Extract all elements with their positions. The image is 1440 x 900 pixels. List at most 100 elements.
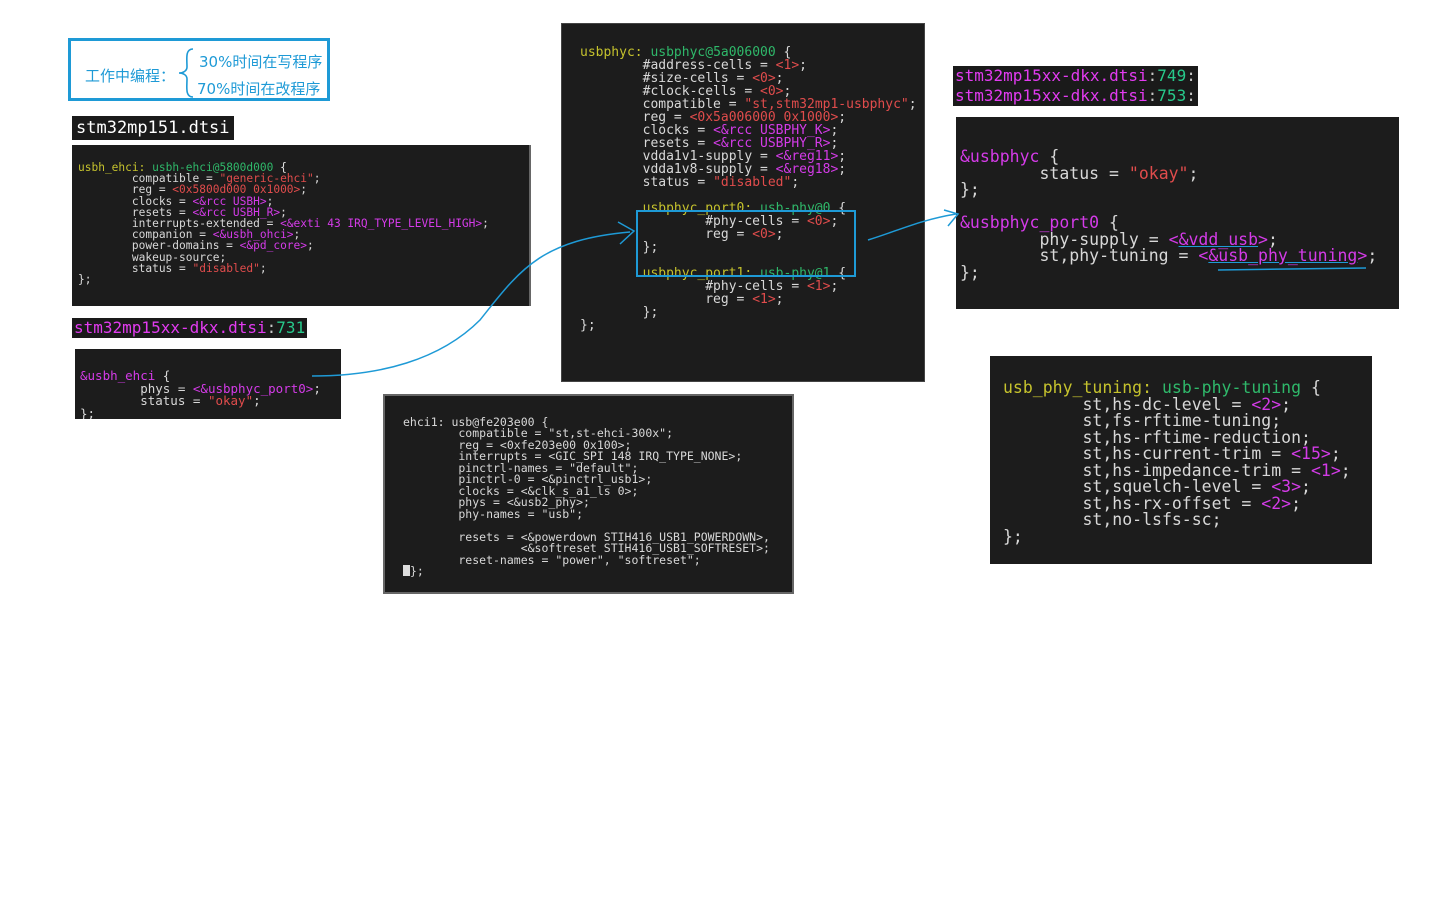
code-line: phy-supply = <&vdd_usb>; [960,230,1395,249]
code-token: status = [580,174,714,190]
code-token: ; [799,57,807,73]
code-token: <1> [806,278,831,294]
file-label-dkx-731: stm32mp15xx-dkx.dtsi:731 [72,318,308,338]
code-token: ; [775,291,784,307]
highlight-usbphyc-port0 [636,210,856,277]
code-token: <&exti 43 IRQ_TYPE_LEVEL_HIGH> [280,216,483,230]
code-token: ; [1340,460,1351,480]
code-token: ; [1281,394,1292,414]
separator: : [1186,66,1196,85]
code-line: resets = <&rcc USBPHY_R>; [580,136,906,151]
code-line: st,phy-tuning = <&usb_phy_tuning>; [960,246,1395,265]
code-token: ; [300,183,308,197]
code-line: st,hs-rftime-reduction; [1003,427,1311,447]
code-line: &usbphyc { [960,147,1395,166]
code-token: <1> [1310,460,1341,480]
code-line: usb_phy_tuning: usb-phy-tuning { [1003,378,1359,397]
code-token: ; [1301,477,1311,496]
code-line: usbphyc: usbphyc@5a006000 { [580,45,906,60]
code-line: reg = <1>; [580,291,906,307]
code-line: #address-cells = <1>; [580,57,906,73]
separator: : [1147,86,1158,105]
code-line: phys = <&usbphyc_port0>; [80,380,336,396]
code-token: ; [313,172,321,186]
code-block-usb-phy-tuning: usb_phy_tuning: usb-phy-tuning { st,hs-d… [990,356,1372,564]
code-line: clocks = <&rcc USBPHY_K>; [580,123,906,138]
code-token: ; [830,278,839,294]
code-token: ; [791,174,800,190]
line-number: 731 [276,318,306,337]
code-block-usbh-ehci: usbh_ehci: usbh-ehci@5800d000 { compatib… [72,145,531,306]
code-token: "disabled" [192,261,260,275]
code-line: phy-names = "usb"; [403,506,584,521]
code-token: ; [253,393,261,408]
code-line: status = "disabled"; [580,174,906,190]
code-block-usbh-ehci-override: &usbh_ehci { phys = <&usbphyc_port0>; st… [75,349,341,419]
code-token: "disabled" [713,174,792,190]
code-token: ; [1188,163,1199,183]
file-name: stm32mp15xx-dkx.dtsi [955,86,1148,105]
code-block-ehci1: ehci1: usb@fe203e00 { compatible = "st,s… [383,394,794,594]
code-line: usbh_ehci: usbh-ehci@5800d000 { [78,161,523,174]
code-line: &usbphyc_port0 { [960,213,1395,232]
code-token: ; [838,109,847,125]
code-line: compatible = "generic-ehci"; [78,172,523,186]
code-token: ; [313,380,321,396]
code-line: <&softreset STIH416_USB1_SOFTRESET>; [403,541,770,555]
separator: : [1147,66,1158,85]
code-line: #size-cells = <0>; [580,71,906,86]
code-token: ; [1367,246,1378,265]
code-block-usbphyc-override: &usbphyc { status = "okay";}; &usbphyc_p… [956,117,1399,309]
code-line: vdda1v1-supply = <&reg11>; [580,149,906,164]
code-token: status = [80,393,208,408]
separator: : [266,318,277,337]
separator: : [1186,86,1196,105]
code-line: reg = <0x5800d000 0x1000>; [78,183,523,197]
file-label-dkx-753: stm32mp15xx-dkx.dtsi:753: [953,86,1198,106]
code-line: status = "disabled"; [78,261,523,275]
code-token: { [1301,378,1321,397]
code-token: <&pd_core> [239,239,308,253]
code-block-usbphyc: usbphyc: usbphyc@5a006000 { #address-cel… [561,23,925,382]
code-token: status = [960,163,1129,183]
code-token: "okay" [207,393,254,408]
code-token: ; [908,96,917,112]
code-line: interrupts-extended = <&exti 43 IRQ_TYPE… [78,216,523,230]
note-box: 工作中编程： 30%时间在写程序 70%时间在改程序 [68,38,330,101]
code-line: #clock-cells = <0>; [580,84,906,99]
file-label-stm32mp151: stm32mp151.dtsi [72,116,234,140]
note-lead: 工作中编程： [85,67,176,85]
code-line: st,hs-impedance-trim = <1>; [1003,460,1359,480]
code-token: < [1198,246,1209,265]
code-line: compatible = "st,st-ehci-300x"; [403,426,674,440]
line-number: 753 [1157,86,1187,105]
code-line: interrupts = <GIC_SPI 148 IRQ_TYPE_NONE>… [403,449,743,463]
code-token: "okay" [1128,163,1189,183]
code-line: pinctrl-0 = <&pinctrl_usb1>; [403,472,653,486]
code-line: st,hs-current-trim = <15>; [1003,444,1359,463]
code-token: <1> [752,291,776,307]
file-name: stm32mp15xx-dkx.dtsi [955,66,1148,85]
code-token: ; [259,261,267,275]
code-line: &usbh_ehci { [80,368,336,383]
code-token: ; [482,216,489,230]
code-token: <2> [1261,493,1292,513]
code-line: st,no-lsfs-sc; [1003,510,1222,529]
code-token: st,phy-tuning = [960,246,1199,265]
code-line: st,fs-rftime-tuning; [1003,411,1282,430]
code-line: status = "okay"; [960,163,1395,183]
code-token: &usb_phy_tuning [1208,246,1358,265]
code-line: power-domains = <&pd_core>; [78,239,523,253]
brace-icon [178,48,194,98]
code-token: }; [410,564,424,578]
code-token: ; [838,161,847,177]
file-label-dkx-749: stm32mp15xx-dkx.dtsi:749: [953,66,1198,86]
note-item-2: 70%时间在改程序 [197,80,321,98]
code-token: > [1357,246,1368,265]
code-line: compatible = "st,stm32mp1-usbphyc"; [580,97,917,112]
code-token: status = [78,261,193,275]
note-item-1: 30%时间在写程序 [199,53,323,71]
code-line: phys = <&usb2_phy>; [403,495,590,509]
code-line: vdda1v8-supply = <&reg18>; [580,161,906,177]
